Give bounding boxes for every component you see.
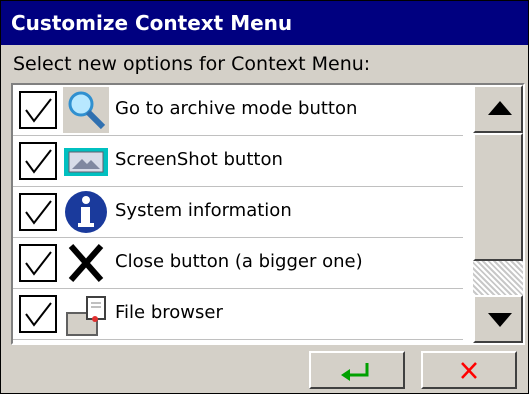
checkmark-icon bbox=[25, 149, 52, 174]
list-item-label: ScreenShot button bbox=[115, 149, 283, 170]
close-x-icon bbox=[63, 240, 109, 286]
list-item[interactable]: ScreenShot button bbox=[13, 136, 463, 187]
cancel-button[interactable] bbox=[421, 351, 517, 389]
list-item[interactable]: File browser bbox=[13, 289, 463, 340]
list-item[interactable]: System information bbox=[13, 187, 463, 238]
list-item[interactable]: Close button (a bigger one) bbox=[13, 238, 463, 289]
instruction-text: Select new options for Context Menu: bbox=[13, 53, 371, 75]
list-item-label: File browser bbox=[115, 302, 223, 323]
checkmark-icon bbox=[25, 302, 52, 327]
arrow-up-icon bbox=[488, 101, 512, 115]
scroll-down-button[interactable] bbox=[473, 295, 523, 343]
options-list: Go to archive mode button ScreenShot but… bbox=[13, 85, 463, 343]
file-browser-icon bbox=[63, 291, 109, 337]
checkbox[interactable] bbox=[19, 193, 57, 231]
title-bar: Customize Context Menu bbox=[1, 1, 528, 45]
checkmark-icon bbox=[25, 200, 52, 225]
list-item-label: System information bbox=[115, 200, 292, 221]
options-listbox[interactable]: Go to archive mode button ScreenShot but… bbox=[11, 83, 525, 345]
checkmark-icon bbox=[25, 251, 52, 276]
arrow-down-icon bbox=[488, 313, 512, 327]
screenshot-icon bbox=[63, 138, 109, 184]
info-icon bbox=[63, 189, 109, 235]
list-item-label: Close button (a bigger one) bbox=[115, 251, 363, 272]
red-x-icon bbox=[461, 362, 477, 379]
vertical-scrollbar[interactable] bbox=[473, 85, 523, 343]
checkbox[interactable] bbox=[19, 244, 57, 282]
list-item-label: Go to archive mode button bbox=[115, 98, 358, 119]
scroll-up-button[interactable] bbox=[473, 85, 523, 133]
checkbox[interactable] bbox=[19, 295, 57, 333]
ok-button[interactable] bbox=[309, 351, 405, 389]
scrollbar-track[interactable] bbox=[473, 261, 523, 295]
scrollbar-thumb[interactable] bbox=[473, 133, 523, 261]
checkbox[interactable] bbox=[19, 142, 57, 180]
enter-arrow-icon bbox=[341, 363, 369, 381]
checkbox[interactable] bbox=[19, 91, 57, 129]
magnifier-icon bbox=[63, 87, 109, 133]
list-item[interactable]: Go to archive mode button bbox=[13, 85, 463, 136]
checkmark-icon bbox=[25, 98, 52, 123]
customize-context-menu-dialog: Customize Context Menu Select new option… bbox=[0, 0, 529, 394]
